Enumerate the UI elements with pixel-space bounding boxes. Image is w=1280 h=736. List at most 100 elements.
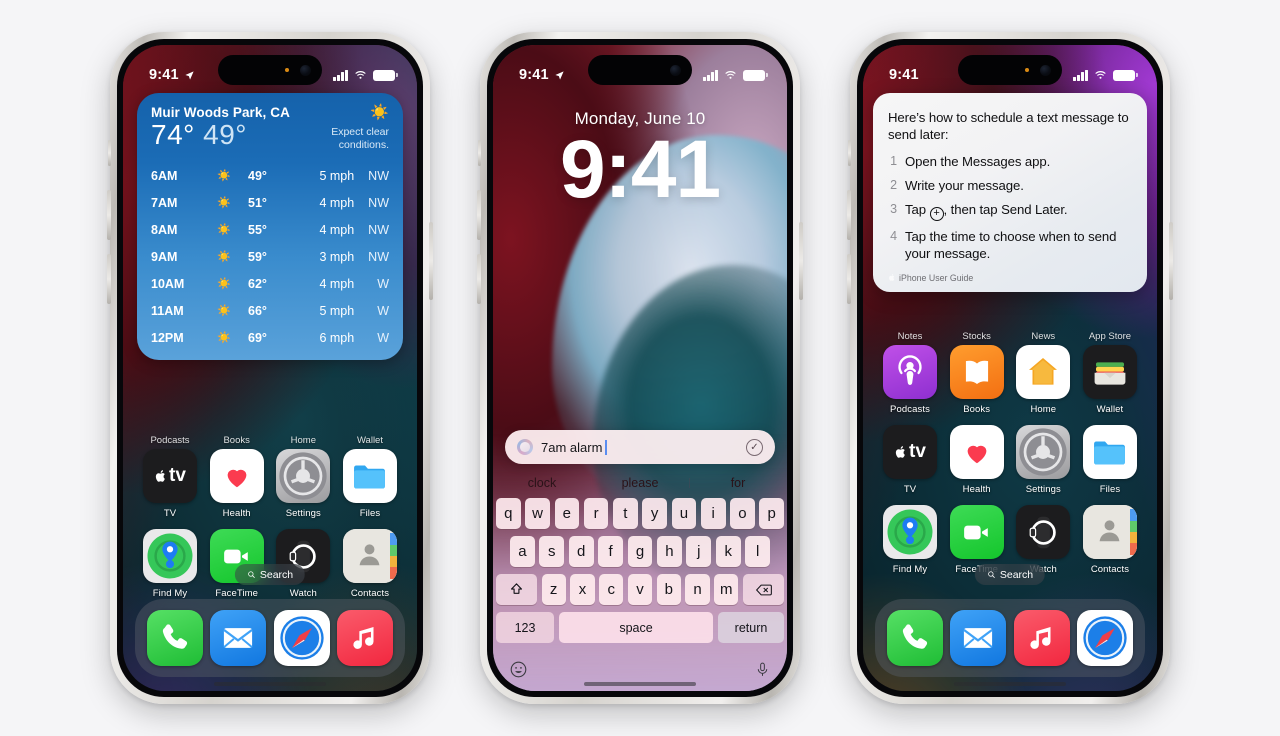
key-x[interactable]: x	[570, 574, 595, 605]
key-w[interactable]: w	[525, 498, 550, 529]
home-indicator-2[interactable]	[584, 682, 696, 686]
app-health[interactable]: Health	[948, 425, 1006, 495]
numbers-key[interactable]: 123	[496, 612, 554, 643]
contacts-icon[interactable]	[1082, 505, 1137, 559]
home-icon[interactable]	[1016, 345, 1071, 399]
app-contacts[interactable]: Contacts	[1081, 505, 1139, 575]
key-z[interactable]: z	[541, 574, 566, 605]
app-podcasts[interactable]: Podcasts	[881, 345, 939, 415]
key-p[interactable]: p	[759, 498, 785, 529]
siri-user-guide-card[interactable]: Here’s how to schedule a text message to…	[873, 93, 1147, 292]
key-l[interactable]: l	[745, 536, 771, 567]
prediction-for[interactable]: for	[689, 476, 787, 490]
key-e[interactable]: e	[554, 498, 580, 529]
key-s[interactable]: s	[539, 536, 565, 567]
books-icon[interactable]	[949, 345, 1004, 399]
facetime-icon[interactable]	[949, 505, 1004, 559]
key-v[interactable]: v	[627, 574, 653, 605]
dynamic-island-1[interactable]	[218, 55, 322, 85]
dynamic-island-2[interactable]	[588, 55, 692, 85]
weather-widget[interactable]: Muir Woods Park, CA 74° 49° ☀️ Expect cl…	[137, 93, 403, 361]
key-b[interactable]: b	[656, 574, 681, 605]
podcasts-icon[interactable]	[883, 345, 937, 399]
app-health[interactable]: Health	[208, 449, 266, 519]
key-t[interactable]: t	[613, 498, 638, 529]
dock-music[interactable]	[336, 610, 393, 666]
app-files[interactable]: Files	[1081, 425, 1139, 495]
silent-switch-3[interactable]	[848, 140, 851, 166]
return-key[interactable]: return	[718, 612, 784, 643]
key-u[interactable]: u	[671, 498, 697, 529]
silent-switch-1[interactable]	[108, 140, 111, 166]
key-r[interactable]: r	[583, 498, 609, 529]
silent-switch-2[interactable]	[478, 140, 481, 166]
app-wallet[interactable]: Wallet	[1081, 345, 1139, 415]
key-c[interactable]: c	[599, 574, 624, 605]
contacts-icon[interactable]	[342, 529, 397, 583]
app-tv[interactable]: tv TV	[881, 425, 939, 495]
app-find-my[interactable]: Find My	[881, 505, 939, 575]
app-tv[interactable]: tv TV	[141, 449, 199, 519]
dock-safari[interactable]	[273, 610, 330, 666]
dynamic-island-3[interactable]	[958, 55, 1062, 85]
key-a[interactable]: a	[509, 536, 535, 567]
shift-key[interactable]	[496, 574, 537, 605]
app-books[interactable]: Books	[948, 345, 1006, 415]
app-find-my[interactable]: Find My	[141, 529, 199, 599]
power-button-1[interactable]	[429, 222, 433, 300]
key-h[interactable]: h	[657, 536, 682, 567]
backspace-key[interactable]	[743, 574, 784, 605]
key-m[interactable]: m	[714, 574, 739, 605]
settings-icon[interactable]	[276, 449, 331, 503]
files-icon[interactable]	[342, 449, 397, 503]
volume-down-button-3[interactable]	[847, 254, 851, 304]
watch-icon[interactable]	[1016, 505, 1071, 559]
home-indicator-1[interactable]	[214, 682, 326, 686]
search-button-3[interactable]: Search	[974, 564, 1046, 585]
dock-safari[interactable]	[1076, 610, 1133, 666]
find-my-icon[interactable]	[883, 505, 937, 559]
app-home[interactable]: Home	[1014, 345, 1072, 415]
key-q[interactable]: q	[495, 498, 521, 529]
key-y[interactable]: y	[642, 498, 667, 529]
key-k[interactable]: k	[715, 536, 741, 567]
volume-up-button-3[interactable]	[847, 190, 851, 240]
app-files[interactable]: Files	[341, 449, 399, 519]
checkmark-circle-icon[interactable]: ✓	[746, 438, 763, 456]
settings-icon[interactable]	[1016, 425, 1071, 479]
home-indicator-3[interactable]	[954, 682, 1066, 686]
key-f[interactable]: f	[598, 536, 623, 567]
volume-down-button-2[interactable]	[477, 254, 481, 304]
wallet-icon[interactable]	[1082, 345, 1137, 399]
siri-text-input[interactable]: 7am alarm ✓	[505, 430, 775, 464]
volume-down-button-1[interactable]	[107, 254, 111, 304]
key-i[interactable]: i	[700, 498, 726, 529]
key-g[interactable]: g	[627, 536, 653, 567]
dock-music[interactable]	[1013, 610, 1070, 666]
prediction-please[interactable]: please	[591, 476, 689, 490]
apple-tv-icon[interactable]: tv	[143, 449, 197, 503]
files-icon[interactable]	[1082, 425, 1137, 479]
volume-up-button-2[interactable]	[477, 190, 481, 240]
emoji-icon[interactable]	[509, 660, 528, 679]
key-j[interactable]: j	[686, 536, 712, 567]
power-button-2[interactable]	[799, 222, 803, 300]
key-d[interactable]: d	[568, 536, 594, 567]
microphone-icon[interactable]	[754, 660, 771, 679]
volume-up-button-1[interactable]	[107, 190, 111, 240]
dock-phone[interactable]	[887, 610, 943, 666]
health-icon[interactable]	[949, 425, 1004, 479]
find-my-icon[interactable]	[143, 529, 197, 583]
health-icon[interactable]	[209, 449, 264, 503]
power-button-3[interactable]	[1169, 222, 1173, 300]
dock-mail[interactable]	[950, 610, 1007, 666]
dock-phone[interactable]	[147, 610, 203, 666]
space-key[interactable]: space	[559, 612, 713, 643]
dock-mail[interactable]	[210, 610, 267, 666]
key-o[interactable]: o	[730, 498, 755, 529]
app-contacts[interactable]: Contacts	[341, 529, 399, 599]
app-settings[interactable]: Settings	[1014, 425, 1072, 495]
key-n[interactable]: n	[685, 574, 710, 605]
prediction-clock[interactable]: clock	[493, 476, 591, 490]
search-button-1[interactable]: Search	[234, 564, 306, 585]
